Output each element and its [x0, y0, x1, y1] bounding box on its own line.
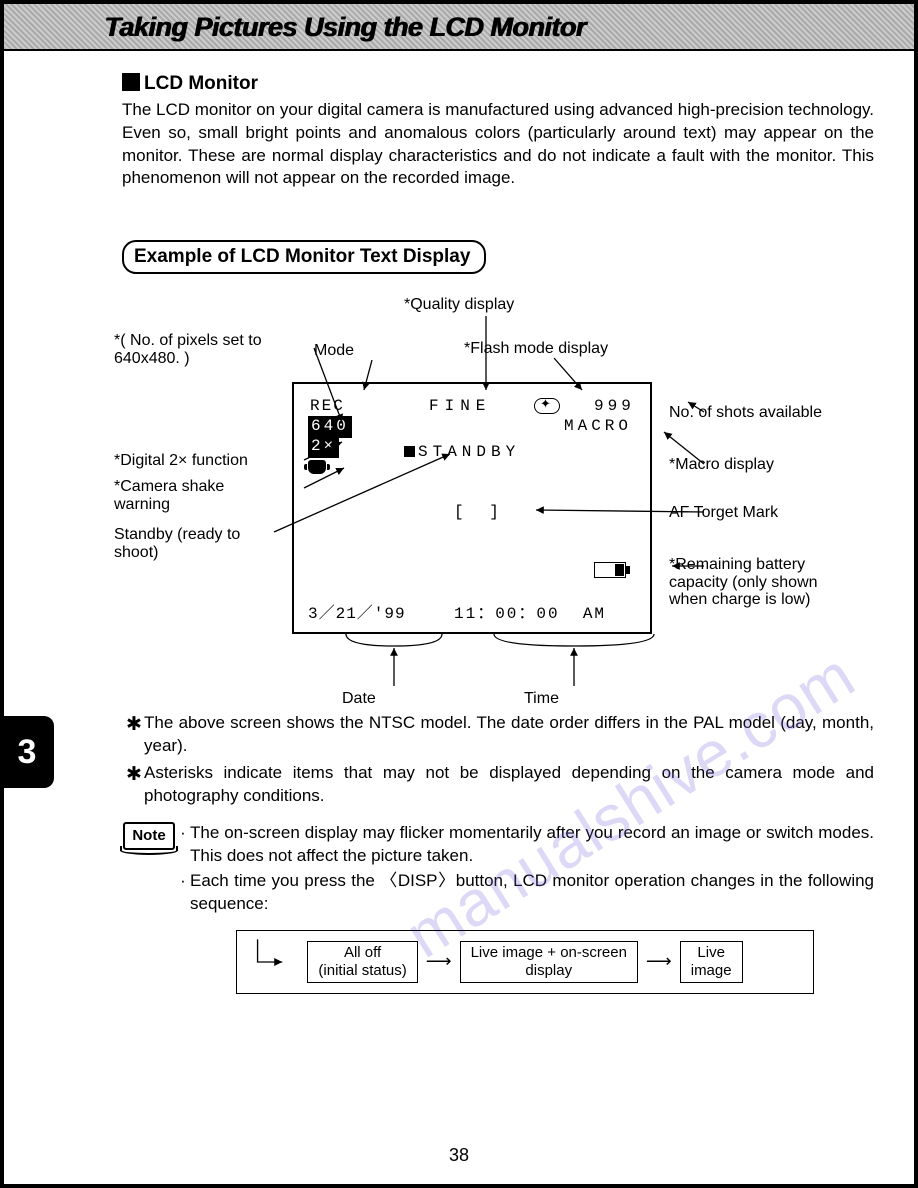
example-title: Example of LCD Monitor Text Display	[122, 240, 486, 274]
callout-quality: Quality display	[410, 296, 514, 313]
note-disp-button: Each time you press the 〈DISP〉button, LC…	[190, 870, 874, 916]
callout-battery: Remaining battery capacity (only shown w…	[669, 556, 818, 608]
hand-shake-icon	[308, 460, 326, 474]
asterisk-bullet-icon: ✱	[126, 762, 144, 808]
battery-icon	[594, 562, 626, 578]
footnote-asterisks: Asterisks indicate items that may not be…	[144, 762, 874, 808]
lcd-diagram: manualshive.com *( No. of pixels set to …	[114, 282, 918, 712]
callout-time: Time	[524, 690, 559, 708]
callout-shots: No. of shots available	[669, 404, 822, 422]
callout-digital2x: Digital 2× function	[120, 452, 248, 469]
lcd-date: 3／21／'99	[308, 604, 406, 626]
note-book-icon: Note	[122, 822, 176, 850]
section-heading: LCD Monitor	[122, 71, 874, 97]
callout-mode: Mode	[314, 342, 354, 360]
lcd-fine: FINE	[429, 396, 491, 418]
lcd-screen: REC 640 2× FINE 999 MACRO STANDBY [ ] 3／…	[292, 382, 652, 634]
callout-macro: Macro display	[675, 456, 774, 473]
flow-box-live: Liveimage	[680, 941, 743, 983]
flow-diagram: All off(initial status) ⟶ Live image + o…	[236, 930, 814, 994]
lcd-macro: MACRO	[564, 416, 632, 438]
callout-shake: Camera shake warning	[114, 478, 224, 513]
lcd-shots: 999	[594, 396, 635, 418]
lcd-time: 11：00：00	[454, 605, 560, 623]
lcd-standby: STANDBY	[418, 443, 520, 461]
callout-flash: Flash mode display	[470, 340, 608, 357]
callout-standby: Standby (ready to shoot)	[114, 526, 264, 561]
page-title: Taking Pictures Using the LCD Monitor	[104, 12, 894, 43]
lcd-rec: REC	[310, 396, 345, 418]
lcd-resolution: 640	[308, 416, 352, 438]
flow-box-liveosd: Live image + on-screendisplay	[460, 941, 638, 983]
flash-mode-icon	[534, 398, 560, 414]
footnote-ntsc: The above screen shows the NTSC model. T…	[144, 712, 874, 758]
asterisk-bullet-icon: ✱	[126, 712, 144, 758]
chapter-tab: 3	[0, 716, 54, 788]
note-flicker: The on-screen display may flicker moment…	[190, 822, 874, 868]
callout-aftarget: AF Torget Mark	[669, 504, 778, 522]
lcd-ampm: AM	[583, 605, 606, 623]
asterisk-icon: *	[114, 332, 120, 349]
page-number: 38	[4, 1145, 914, 1166]
callout-pixels: No. of pixels set to 640x480.	[114, 332, 262, 367]
lcd-zoom: 2×	[308, 436, 339, 458]
lcd-af-brackets: [ ]	[454, 502, 507, 524]
arrow-right-icon: ⟶	[426, 949, 452, 973]
square-icon	[404, 446, 415, 457]
arrow-right-icon: ⟶	[646, 949, 672, 973]
square-bullet-icon	[122, 73, 140, 91]
flow-box-alloff: All off(initial status)	[307, 941, 417, 983]
callout-date: Date	[342, 690, 376, 708]
section-body: The LCD monitor on your digital camera i…	[122, 99, 874, 191]
